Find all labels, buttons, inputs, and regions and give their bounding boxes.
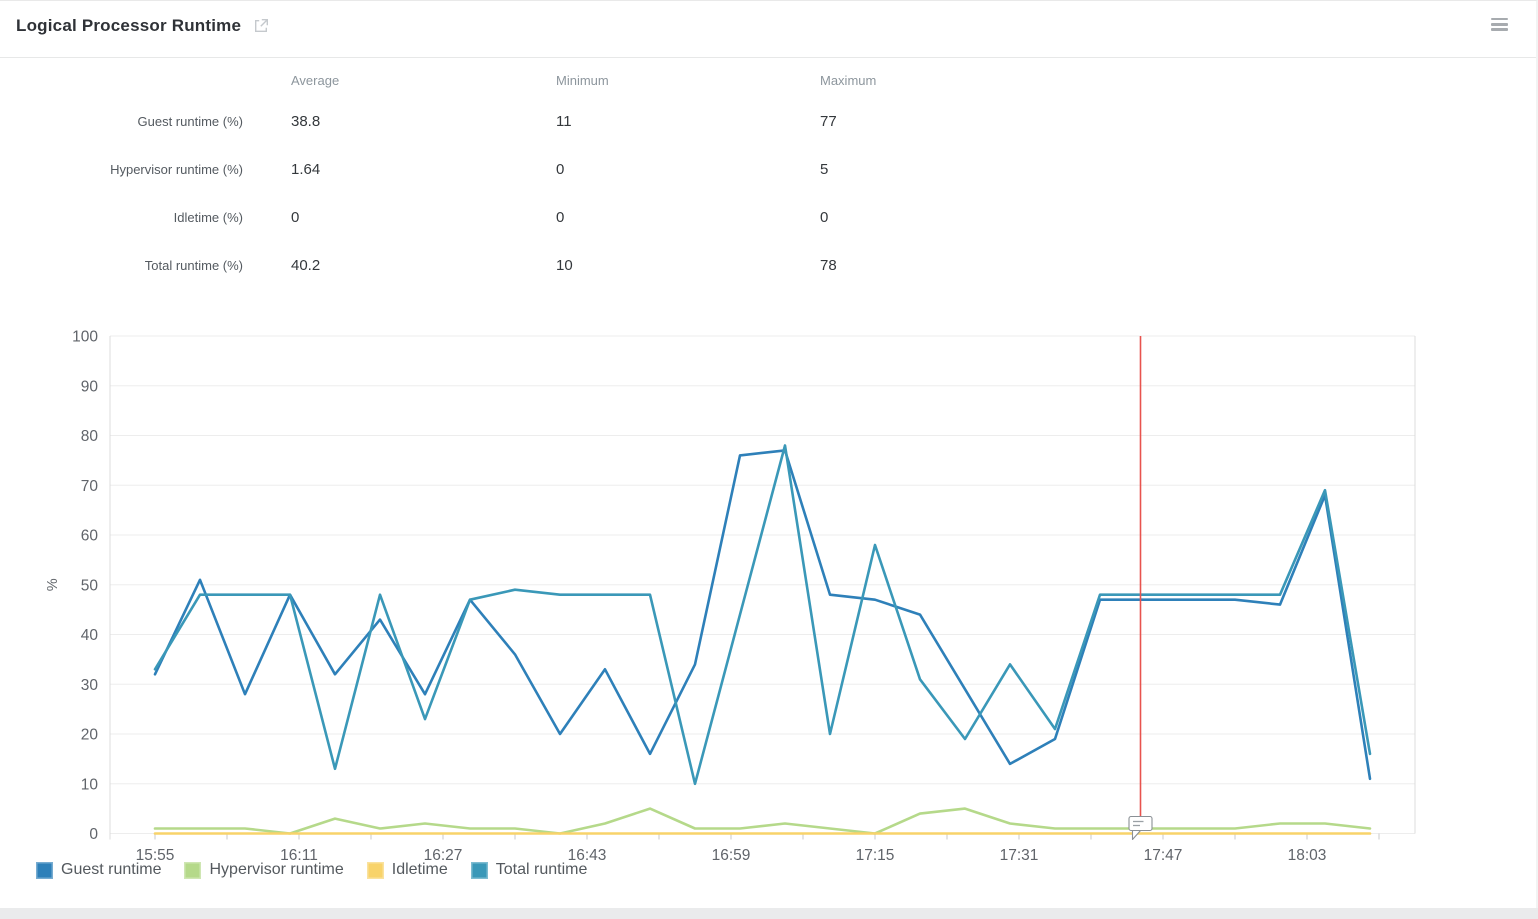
series-line-hypervisor-runtime <box>155 809 1370 834</box>
stats-value: 5 <box>772 145 1100 193</box>
y-tick-label: 60 <box>81 528 99 545</box>
stats-value: 38.8 <box>243 97 508 145</box>
comment-bubble-icon <box>1129 817 1152 831</box>
stats-value: 77 <box>772 97 1100 145</box>
gridlines <box>110 336 1415 834</box>
y-tick-label: 0 <box>89 826 98 843</box>
stats-value: 0 <box>772 193 1100 241</box>
open-in-new-window-icon[interactable] <box>254 18 269 33</box>
stats-row-label: Hypervisor runtime (%) <box>0 145 243 193</box>
stats-value: 0 <box>508 145 772 193</box>
y-axis-tick-labels: 0 10 20 30 40 50 60 70 80 90 100 <box>72 329 98 844</box>
y-tick-label: 80 <box>81 428 99 445</box>
stats-row-label: Idletime (%) <box>0 193 243 241</box>
stats-value: 40.2 <box>243 241 508 289</box>
stats-value: 1.64 <box>243 145 508 193</box>
chart-legend: Guest runtime Hypervisor runtime Idletim… <box>36 861 587 879</box>
legend-swatch-guest <box>36 862 53 879</box>
stats-corner-cell <box>0 63 243 97</box>
stats-value: 78 <box>772 241 1100 289</box>
x-tick-label: 17:31 <box>1000 847 1039 864</box>
legend-item-idletime[interactable]: Idletime <box>367 861 448 879</box>
x-axis: 15:5516:1116:2716:4316:5917:1517:3117:47… <box>136 834 1379 865</box>
menu-icon[interactable] <box>1491 18 1508 33</box>
stats-value: 10 <box>508 241 772 289</box>
y-tick-label: 90 <box>81 378 99 395</box>
y-tick-label: 70 <box>81 478 99 495</box>
y-tick-label: 20 <box>81 727 99 744</box>
y-tick-label: 50 <box>81 577 99 594</box>
y-tick-label: 10 <box>81 776 99 793</box>
legend-item-hypervisor-runtime[interactable]: Hypervisor runtime <box>184 861 343 879</box>
annotation-comment-marker[interactable] <box>1129 817 1152 840</box>
legend-item-guest-runtime[interactable]: Guest runtime <box>36 861 161 879</box>
legend-swatch-idletime <box>367 862 384 879</box>
stats-row-label: Total runtime (%) <box>0 241 243 289</box>
stats-value: 0 <box>243 193 508 241</box>
x-tick-label: 16:59 <box>712 847 751 864</box>
x-tick-label: 17:15 <box>856 847 895 864</box>
panel-header: Logical Processor Runtime <box>0 1 1536 58</box>
series-line-total-runtime <box>155 446 1370 784</box>
legend-swatch-hypervisor <box>184 862 201 879</box>
legend-item-total-runtime[interactable]: Total runtime <box>471 861 588 879</box>
stats-table: Average Minimum Maximum Guest runtime (%… <box>0 63 1100 289</box>
page-title: Logical Processor Runtime <box>16 16 241 36</box>
stats-col-minimum: Minimum <box>508 63 772 97</box>
series-line-guest-runtime <box>155 450 1370 778</box>
y-tick-label: 40 <box>81 627 99 644</box>
stats-value: 11 <box>508 97 772 145</box>
stats-row-label: Guest runtime (%) <box>0 97 243 145</box>
x-tick-label: 18:03 <box>1288 847 1327 864</box>
stats-col-average: Average <box>243 63 508 97</box>
y-tick-label: 100 <box>72 329 98 346</box>
y-tick-label: 30 <box>81 677 99 694</box>
x-tick-label: 17:47 <box>1144 847 1183 864</box>
stats-col-maximum: Maximum <box>772 63 1100 97</box>
comment-bubble-tail <box>1133 830 1142 840</box>
legend-swatch-total <box>471 862 488 879</box>
logical-processor-runtime-panel: Logical Processor Runtime Average Minimu… <box>0 0 1538 908</box>
stats-value: 0 <box>508 193 772 241</box>
y-axis-unit-label: % <box>45 578 61 591</box>
